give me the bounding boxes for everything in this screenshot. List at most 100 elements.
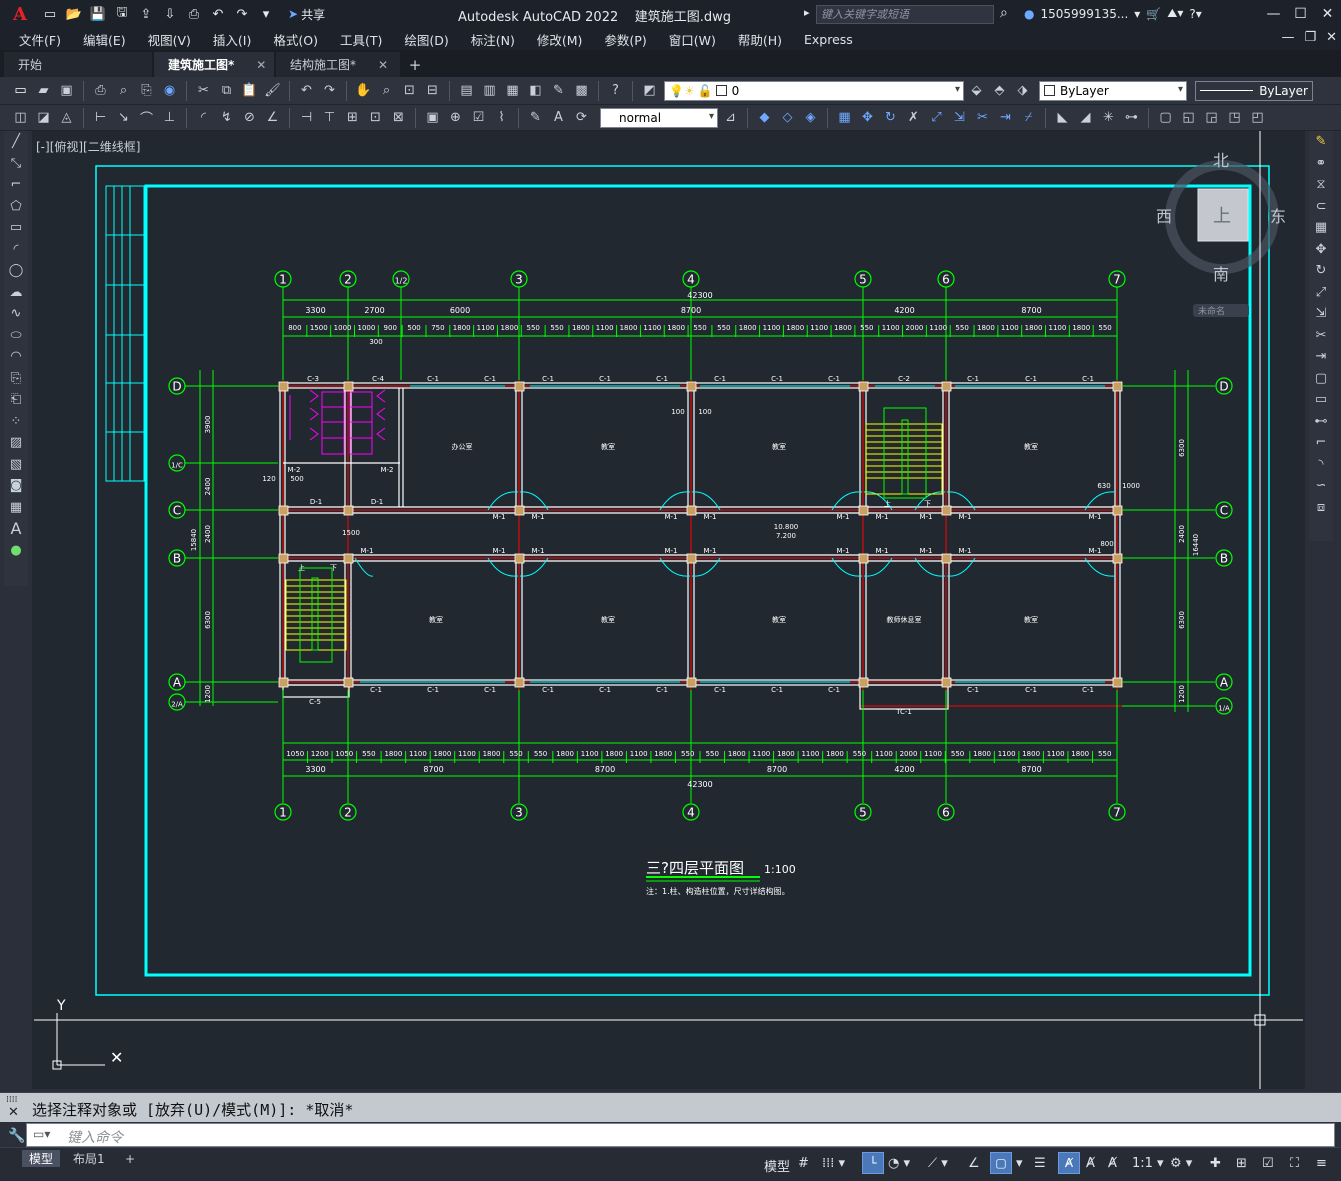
- scale-dropdown[interactable]: 1:1 ▾: [1132, 1156, 1164, 1171]
- layer-previous-icon[interactable]: ⬘: [989, 80, 1010, 101]
- explode-icon[interactable]: ⧈: [1309, 497, 1333, 519]
- menu-parametric[interactable]: 参数(P): [593, 30, 657, 49]
- search-icon[interactable]: ⌕: [1000, 5, 1008, 21]
- add-layout-icon[interactable]: +: [118, 1150, 142, 1167]
- join-icon[interactable]: ⊶: [1121, 107, 1142, 128]
- array-icon[interactable]: ▦: [1309, 217, 1333, 239]
- clean-screen-icon[interactable]: ⛶: [1290, 1156, 1299, 1171]
- menu-draw[interactable]: 绘图(D): [393, 30, 459, 49]
- erase-icon[interactable]: ✗: [903, 107, 924, 128]
- grid-icon[interactable]: #: [798, 1156, 809, 1171]
- 3d-print-icon[interactable]: ◉: [159, 80, 180, 101]
- object-snap-tracking-icon[interactable]: ∠: [968, 1156, 980, 1171]
- lineweight-icon[interactable]: ☰: [1034, 1156, 1046, 1171]
- object-snap-icon[interactable]: ▢: [990, 1152, 1012, 1174]
- save-as-icon[interactable]: 🖫: [112, 4, 132, 24]
- inspect-icon[interactable]: ☑: [468, 107, 489, 128]
- color-dropdown[interactable]: ByLayer ▾: [1039, 80, 1187, 101]
- erase-icon[interactable]: ✎: [1309, 131, 1333, 153]
- dim-style-icon[interactable]: ⊿: [720, 107, 741, 128]
- scale-icon[interactable]: ⤢: [926, 107, 947, 128]
- construction-line-icon[interactable]: ⤡: [4, 153, 28, 175]
- redo-icon[interactable]: ↷: [319, 80, 340, 101]
- move-icon[interactable]: ✥: [1309, 239, 1333, 261]
- annotation-visibility-icon[interactable]: Ⱥ: [1058, 1152, 1080, 1174]
- osnap-menu-icon[interactable]: ▾: [1016, 1156, 1023, 1171]
- layer-isolate-icon[interactable]: ◬: [56, 107, 77, 128]
- dim-update-icon[interactable]: ⟳: [571, 107, 592, 128]
- doc-close-icon[interactable]: ✕: [1326, 30, 1337, 45]
- linetype-dropdown[interactable]: ByLayer: [1195, 80, 1313, 101]
- diameter-dim-icon[interactable]: ⊘: [239, 107, 260, 128]
- cut-icon[interactable]: ✂: [193, 80, 214, 101]
- baseline-dim-icon[interactable]: ⊤: [319, 107, 340, 128]
- customize-qat-icon[interactable]: ▾: [256, 4, 276, 24]
- open-file-icon[interactable]: 📂: [64, 4, 84, 24]
- open-icon[interactable]: ▰: [33, 80, 54, 101]
- isometric-icon[interactable]: ⟋ ▾: [928, 1156, 948, 1171]
- command-prompt-icon[interactable]: ▭▾: [33, 1127, 50, 1141]
- mirror-icon[interactable]: ⧖: [1309, 174, 1333, 196]
- tool-palettes-icon[interactable]: ▦: [502, 80, 523, 101]
- pan-icon[interactable]: ✋: [353, 80, 374, 101]
- snap-icon[interactable]: ⁞⁞⁞ ▾: [822, 1156, 845, 1171]
- jogged-linear-icon[interactable]: ⌇: [491, 107, 512, 128]
- explode-icon[interactable]: ✳: [1098, 107, 1119, 128]
- annotation-monitor-icon[interactable]: ✚: [1210, 1156, 1221, 1171]
- ortho-icon[interactable]: └: [862, 1152, 884, 1174]
- angular-dim-icon[interactable]: ∠: [262, 107, 283, 128]
- new-tab-icon[interactable]: +: [402, 52, 428, 77]
- center-mark-icon[interactable]: ⊕: [445, 107, 466, 128]
- jogged-dim-icon[interactable]: ↯: [216, 107, 237, 128]
- doc-minimize-icon[interactable]: —: [1281, 30, 1294, 45]
- menu-insert[interactable]: 插入(I): [202, 30, 262, 49]
- maximize-icon[interactable]: ☐: [1287, 0, 1314, 28]
- move-icon[interactable]: ✥: [857, 107, 878, 128]
- web-open-icon[interactable]: ⇪: [136, 4, 156, 24]
- calculator-icon[interactable]: ▩: [571, 80, 592, 101]
- offset-icon[interactable]: ⊂: [1309, 196, 1333, 218]
- multiline-text-icon[interactable]: A: [4, 518, 28, 540]
- blend-icon[interactable]: ∽: [1309, 475, 1333, 497]
- rectangle-icon[interactable]: ▭: [4, 217, 28, 239]
- table-icon[interactable]: ▦: [4, 497, 28, 519]
- plot-icon[interactable]: ⎙: [90, 80, 111, 101]
- autocad-logo-icon[interactable]: A: [0, 0, 40, 28]
- aligned-dim-icon[interactable]: ↘: [113, 107, 134, 128]
- mirror-icon[interactable]: ◇: [777, 107, 798, 128]
- break-icon[interactable]: ▭: [1309, 389, 1333, 411]
- zoom-window-icon[interactable]: ⊡: [399, 80, 420, 101]
- publish-icon[interactable]: ⎘: [136, 80, 157, 101]
- fillet-icon[interactable]: ◢: [1075, 107, 1096, 128]
- model-space-button[interactable]: 模型: [764, 1156, 790, 1175]
- customize-status-icon[interactable]: ≡: [1316, 1156, 1327, 1171]
- expand-arrow-icon[interactable]: ▸: [804, 6, 810, 19]
- join-icon[interactable]: ⊷: [1309, 411, 1333, 433]
- tab-layout1[interactable]: 布局1: [66, 1150, 112, 1167]
- layer-state-icon[interactable]: ⬗: [1012, 80, 1033, 101]
- menu-modify[interactable]: 修改(M): [526, 30, 594, 49]
- rotate-icon[interactable]: ↻: [1309, 260, 1333, 282]
- add-selected-icon[interactable]: ●: [4, 540, 28, 562]
- dim-break-icon[interactable]: ⊠: [388, 107, 409, 128]
- make-block-icon[interactable]: ⎗: [4, 389, 28, 411]
- spline-icon[interactable]: ∿: [4, 303, 28, 325]
- new-icon[interactable]: ▭: [10, 80, 31, 101]
- group-edit-icon[interactable]: ◲: [1201, 107, 1222, 128]
- web-save-icon[interactable]: ⇩: [160, 4, 180, 24]
- group-icon[interactable]: ▢: [1155, 107, 1176, 128]
- help-icon[interactable]: ?▾: [1189, 7, 1201, 21]
- drag-handle-icon[interactable]: ⁞⁞⁞⁞: [6, 1095, 17, 1105]
- rotate-icon[interactable]: ↻: [880, 107, 901, 128]
- drawing-area[interactable]: 1 2 1/2 3 4 5 6 7 1 2 3 4 5 6 7 D 1/C C B A 2/A D C B A 1/A 42300…: [32, 131, 1305, 1089]
- help-icon[interactable]: ?: [605, 80, 626, 101]
- menu-window[interactable]: 窗口(W): [658, 30, 727, 49]
- undo-icon[interactable]: ↶: [208, 4, 228, 24]
- plot-icon[interactable]: ⎙: [184, 4, 204, 24]
- extend-icon[interactable]: ⇥: [1309, 346, 1333, 368]
- workspace-gear-icon[interactable]: ⚙ ▾: [1170, 1156, 1192, 1171]
- properties-icon[interactable]: ▤: [456, 80, 477, 101]
- share-button[interactable]: ➤ 共享: [288, 6, 325, 23]
- polar-icon[interactable]: ◔ ▾: [888, 1156, 910, 1171]
- annotation-scale-icon[interactable]: Ⱥ: [1108, 1156, 1117, 1171]
